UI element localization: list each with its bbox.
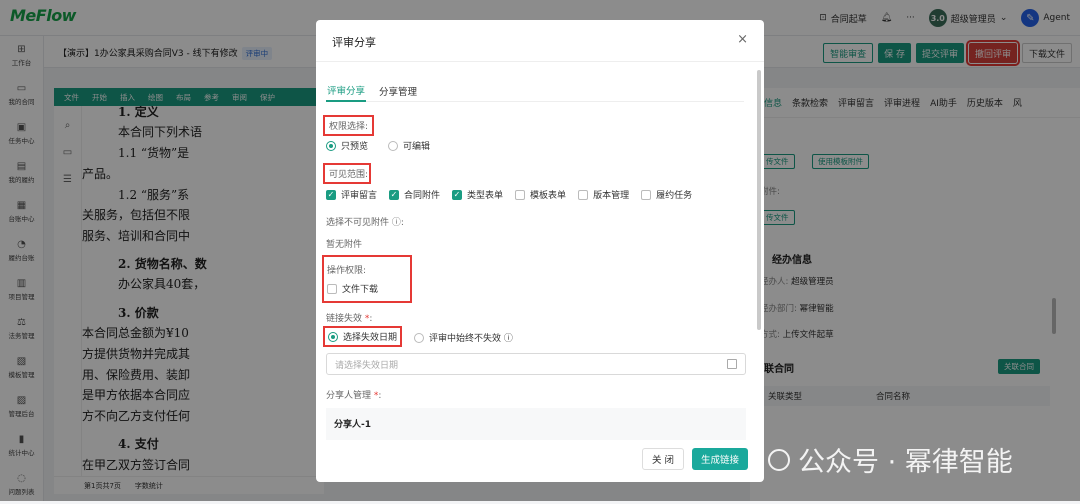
invisible-attachment-label: 选择不可见附件 ⓘ:	[326, 218, 404, 228]
scope-checkbox-label: 类型表单	[467, 191, 504, 201]
scope-checkbox-label: 履约任务	[656, 191, 693, 201]
radio-editable[interactable]: 可编辑	[388, 139, 430, 152]
radio-editable-label: 可编辑	[403, 142, 431, 152]
radio-never-expire[interactable]: 评审中始终不失效 ⓘ	[414, 331, 513, 344]
expiry-date-option-label: 选择失效日期	[343, 333, 398, 343]
tab-review-share[interactable]: 评审分享	[326, 80, 367, 102]
sharer-name: 分享人-1	[334, 420, 371, 430]
scope-checkbox-label: 模板表单	[530, 191, 567, 201]
required-mark: *	[362, 314, 370, 324]
calendar-icon	[727, 359, 737, 369]
scope-checkbox-2[interactable]: ✓ 类型表单	[452, 188, 503, 201]
scope-checkbox-label: 合同附件	[404, 191, 441, 201]
file-download-label: 文件下载	[342, 285, 379, 295]
sharer-management-label: 分享人管理 *:	[326, 391, 382, 401]
wechat-icon	[768, 448, 790, 471]
scope-checkbox-0[interactable]: ✓ 评审留言	[326, 188, 377, 201]
file-download-checkbox[interactable]: 文件下载	[327, 282, 378, 295]
checkbox-unchecked-icon	[515, 189, 526, 200]
scope-checkbox-group: ✓ 评审留言 ✓ 合同附件 ✓ 类型表单 模板表单 版本管理 履约任务	[326, 188, 704, 201]
radio-checked-icon	[328, 331, 338, 342]
close-icon[interactable]: ×	[737, 32, 748, 47]
scope-checkbox-1[interactable]: ✓ 合同附件	[389, 188, 440, 201]
sharer-card: 分享人-1	[326, 408, 746, 440]
dialog-tabs: 评审分享 分享管理	[326, 80, 744, 102]
scope-checkbox-label: 版本管理	[593, 191, 630, 201]
radio-unchecked-icon	[388, 140, 399, 151]
scope-checkbox-label: 评审留言	[341, 191, 378, 201]
no-attachment-text: 暂无附件	[326, 240, 363, 250]
never-expire-option-label: 评审中始终不失效 ⓘ	[429, 334, 513, 344]
tab-share-management[interactable]: 分享管理	[378, 80, 418, 102]
expiry-date-picker[interactable]: 请选择失效日期	[326, 353, 746, 375]
scope-checkbox-5[interactable]: 履约任务	[641, 188, 692, 201]
radio-unchecked-icon	[414, 332, 424, 343]
checkbox-unchecked-icon	[578, 189, 589, 200]
watermark-text: 公众号 · 幂律智能	[798, 447, 1013, 478]
sharer-mgmt-text: 分享人管理	[326, 391, 372, 401]
close-button[interactable]: 关 闭	[641, 448, 684, 470]
permission-radio-group: 只预览 可编辑	[326, 139, 430, 152]
operation-permission-highlight: 操作权限: 文件下载	[322, 255, 412, 303]
expiry-label: 链接失效 *:	[326, 314, 373, 324]
review-share-dialog: 评审分享 × 评审分享 分享管理 权限选择: 只预览 可编辑 可见范围: ✓ 评审…	[316, 20, 764, 482]
radio-select-expiry-date[interactable]: 选择失效日期	[322, 326, 403, 347]
scope-checkbox-3[interactable]: 模板表单	[515, 188, 566, 201]
permission-label: 权限选择:	[322, 115, 375, 136]
radio-preview-only[interactable]: 只预览	[326, 139, 368, 152]
checkbox-checked-icon: ✓	[389, 189, 400, 200]
required-mark: *	[371, 391, 379, 401]
dialog-scrollbar[interactable]	[757, 70, 761, 330]
watermark: 公众号 · 幂律智能	[768, 440, 1013, 479]
checkbox-unchecked-icon	[327, 283, 337, 294]
date-placeholder: 请选择失效日期	[335, 360, 399, 371]
operation-label: 操作权限:	[327, 266, 367, 276]
checkbox-unchecked-icon	[641, 189, 652, 200]
checkbox-checked-icon: ✓	[326, 189, 336, 200]
dialog-footer: 关 闭 生成链接	[641, 448, 748, 470]
scope-label: 可见范围:	[323, 163, 371, 184]
expiry-label-text: 链接失效	[326, 314, 363, 324]
radio-preview-label: 只预览	[341, 142, 369, 152]
generate-link-button[interactable]: 生成链接	[691, 448, 748, 470]
dialog-divider	[316, 61, 764, 62]
radio-checked-icon	[326, 140, 336, 151]
dialog-title: 评审分享	[332, 36, 376, 49]
scope-checkbox-4[interactable]: 版本管理	[578, 188, 629, 201]
checkbox-checked-icon: ✓	[452, 189, 463, 200]
